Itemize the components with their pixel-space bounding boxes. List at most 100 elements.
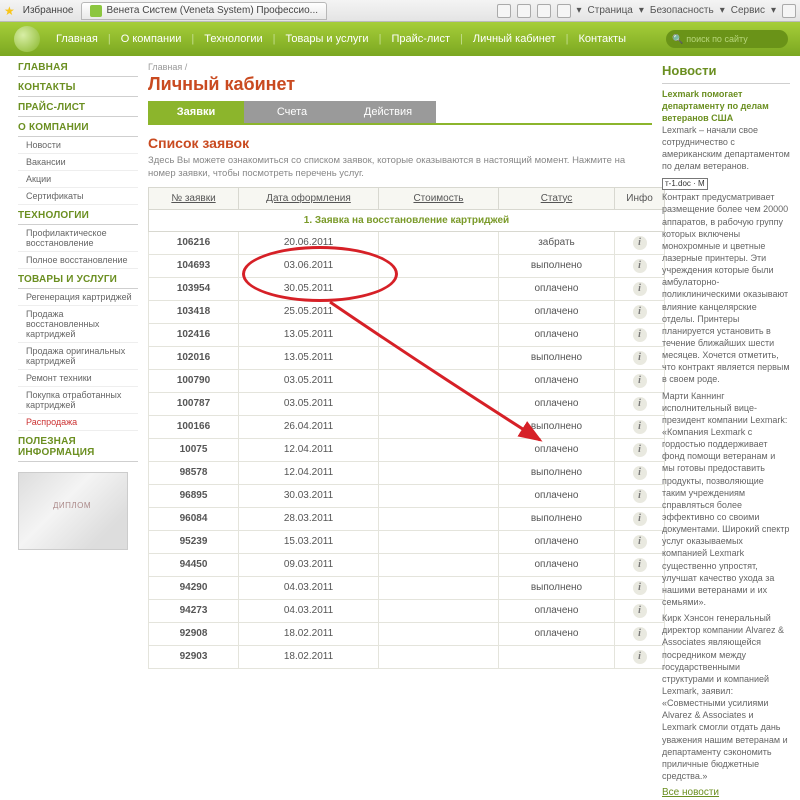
tab-requests[interactable]: Заявки [148,101,244,123]
cell-date: 13.05.2011 [239,346,379,369]
sidebar: ГЛАВНАЯ КОНТАКТЫ ПРАЙС-ЛИСТ О КОМПАНИИ Н… [18,62,138,800]
info-icon[interactable]: i [633,328,647,342]
news-item-title[interactable]: Lexmark помогает департаменту по делам в… [662,88,790,124]
info-icon[interactable]: i [633,512,647,526]
info-icon[interactable]: i [633,351,647,365]
cell-number[interactable]: 94290 [149,576,239,599]
cell-number[interactable]: 98578 [149,461,239,484]
sidebar-item[interactable]: Регенерация картриджей [18,289,138,306]
cell-number[interactable]: 10075 [149,438,239,461]
info-icon[interactable]: i [633,397,647,411]
tab-invoices[interactable]: Счета [244,101,340,123]
help-icon[interactable] [782,4,796,18]
sidebar-contacts[interactable]: КОНТАКТЫ [18,77,138,97]
nav-price[interactable]: Прайс-лист [381,33,460,45]
tab-actions[interactable]: Действия [340,101,436,123]
cell-number[interactable]: 106216 [149,231,239,254]
cell-cost [379,254,499,277]
sidebar-price[interactable]: ПРАЙС-ЛИСТ [18,97,138,117]
info-icon[interactable]: i [633,466,647,480]
mail-icon[interactable] [537,4,551,18]
cell-cost [379,553,499,576]
sidebar-item[interactable]: Акции [18,171,138,188]
cell-info: i [615,300,665,323]
col-status[interactable]: Статус [499,187,615,209]
sidebar-item[interactable]: Ремонт техники [18,370,138,387]
info-icon[interactable]: i [633,489,647,503]
sidebar-about[interactable]: О КОМПАНИИ [18,117,138,137]
sidebar-item[interactable]: Профилактическое восстановление [18,225,138,252]
info-icon[interactable]: i [633,604,647,618]
cell-number[interactable]: 100166 [149,415,239,438]
info-icon[interactable]: i [633,535,647,549]
info-icon[interactable]: i [633,420,647,434]
info-icon[interactable]: i [633,581,647,595]
info-icon[interactable]: i [633,443,647,457]
logo-leaf-icon[interactable] [14,26,40,52]
cell-number[interactable]: 102016 [149,346,239,369]
cell-number[interactable]: 103954 [149,277,239,300]
info-icon[interactable]: i [633,374,647,388]
favorites-label[interactable]: Избранное [23,5,74,16]
cell-info: i [615,507,665,530]
sidebar-goods[interactable]: ТОВАРЫ И УСЛУГИ [18,269,138,289]
info-icon[interactable]: i [633,650,647,664]
cell-number[interactable]: 96895 [149,484,239,507]
cell-number[interactable]: 104693 [149,254,239,277]
cell-status: оплачено [499,484,615,507]
nav-goods[interactable]: Товары и услуги [276,33,379,45]
cell-info: i [615,438,665,461]
col-number[interactable]: № заявки [149,187,239,209]
table-row: 1007512.04.2011оплаченоi [149,438,665,461]
cell-number[interactable]: 94450 [149,553,239,576]
favorites-star-icon[interactable]: ★ [4,4,15,18]
search-input[interactable]: 🔍поиск по сайту [666,30,788,48]
cell-number[interactable]: 100790 [149,369,239,392]
info-icon[interactable]: i [633,282,647,296]
feed-icon[interactable] [517,4,531,18]
cell-number[interactable]: 94273 [149,599,239,622]
info-icon[interactable]: i [633,236,647,250]
cell-number[interactable]: 92903 [149,645,239,668]
cell-number[interactable]: 96084 [149,507,239,530]
cell-number[interactable]: 102416 [149,323,239,346]
cell-date: 03.05.2011 [239,369,379,392]
info-icon[interactable]: i [633,627,647,641]
browser-tab[interactable]: Венета Систем (Veneta System) Профессио.… [81,2,327,20]
info-icon[interactable]: i [633,558,647,572]
sidebar-tech[interactable]: ТЕХНОЛОГИИ [18,205,138,225]
attachment-box[interactable]: т-1.doc · М [662,178,708,191]
menu-page[interactable]: Страница [588,5,633,16]
sidebar-item[interactable]: Покупка отработанных картриджей [18,387,138,414]
nav-home[interactable]: Главная [46,33,108,45]
sidebar-item[interactable]: Продажа оригинальных картриджей [18,343,138,370]
all-news-link[interactable]: Все новости [662,787,719,798]
sidebar-main[interactable]: ГЛАВНАЯ [18,62,138,77]
sidebar-item-sale[interactable]: Распродажа [18,414,138,431]
col-date[interactable]: Дата оформления [239,187,379,209]
sidebar-item[interactable]: Новости [18,137,138,154]
menu-safety[interactable]: Безопасность [650,5,714,16]
col-cost[interactable]: Стоимость [379,187,499,209]
cell-number[interactable]: 92908 [149,622,239,645]
nav-contacts[interactable]: Контакты [568,33,636,45]
sidebar-useful[interactable]: ПОЛЕЗНАЯ ИНФОРМАЦИЯ [18,431,138,462]
diploma-thumbnail[interactable] [18,472,128,550]
sidebar-item[interactable]: Сертификаты [18,188,138,205]
nav-cabinet[interactable]: Личный кабинет [463,33,566,45]
sidebar-item[interactable]: Продажа восстановленных картриджей [18,306,138,343]
menu-service[interactable]: Сервис [731,5,765,16]
home-icon[interactable] [497,4,511,18]
nav-tech[interactable]: Технологии [194,33,272,45]
sidebar-item[interactable]: Полное восстановление [18,252,138,269]
table-row: 10016626.04.2011выполненоi [149,415,665,438]
sidebar-item[interactable]: Вакансии [18,154,138,171]
breadcrumb[interactable]: Главная / [148,62,652,72]
info-icon[interactable]: i [633,305,647,319]
cell-number[interactable]: 100787 [149,392,239,415]
nav-about[interactable]: О компании [111,33,192,45]
cell-number[interactable]: 103418 [149,300,239,323]
cell-number[interactable]: 95239 [149,530,239,553]
info-icon[interactable]: i [633,259,647,273]
print-icon[interactable] [557,4,571,18]
